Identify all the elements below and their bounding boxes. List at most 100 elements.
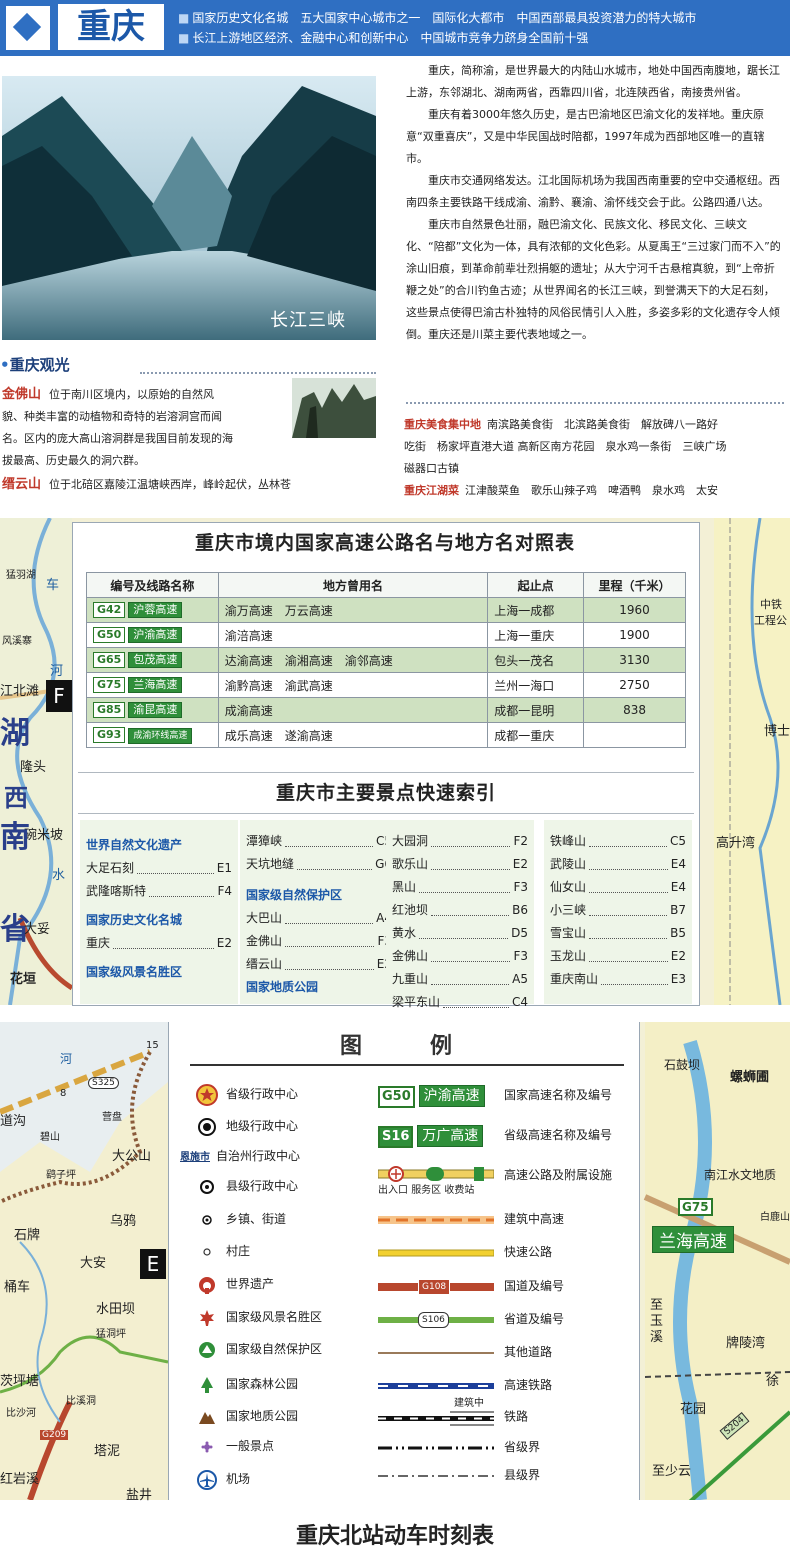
county-border-symbol [378, 1463, 494, 1489]
column-header: 地方曾用名 [217, 572, 489, 598]
grid-marker-e: E [140, 1249, 166, 1279]
index-item: 梁平东山 C4 [392, 991, 528, 1014]
index-item: 玉龙山 E2 [550, 945, 686, 968]
column-header: 编号及线路名称 [86, 572, 219, 598]
scenic-text-line: 名。区内的庞大高山溶洞群是我国目前发现的海 [2, 432, 233, 445]
fast-road-symbol [377, 1240, 495, 1266]
provincial-border-symbol [378, 1435, 494, 1461]
index-column: 世界自然文化遗产 大足石刻 E1 武隆喀斯特 F4 国家历史文化名城 重庆 E2 国家… [80, 820, 238, 1004]
grid-marker-f: F [46, 680, 72, 712]
intro-paragraph: 重庆市自然景色壮丽，融巴渝文化、民族文化、移民文化、三峡文化、“陪都”文化为一体… [406, 218, 781, 341]
header-tagline-1: ■ 国家历史文化名城 五大国家中心城市之一 国际化大都市 中国西部最具投资潜力的特… [178, 11, 697, 25]
map-label: 红岩溪 [0, 1472, 40, 1487]
route-cell: G75 兰海高速 [86, 672, 219, 698]
highway-table: 编号及线路名称 地方曾用名 起止点 里程（千米） G42 沪蓉高速 渝万高速 万云… [86, 572, 686, 748]
legend-item: S106 省道及编号 [378, 1306, 564, 1332]
map-label: 徐 [766, 1374, 780, 1389]
map-label: 工程公 [754, 614, 787, 627]
legend-item: 国家地质公园 [196, 1404, 298, 1428]
legend-item: 高速铁路 [378, 1372, 552, 1398]
legend-item: 省级界 [378, 1434, 540, 1460]
table-row: G50 沪渝高速 渝涪高速 上海一重庆 1900 [86, 622, 686, 648]
high-speed-rail-symbol [378, 1373, 494, 1399]
scenic-entry-jinfoshan: 金佛山 位于南川区境内，以原始的自然风 [2, 387, 215, 402]
local-name-cell: 成渝高速 [217, 697, 489, 723]
endpoints-cell: 兰州一海口 [487, 672, 585, 698]
sightseeing-title: •重庆观光 [0, 356, 70, 374]
mileage-cell: 2750 [583, 672, 686, 698]
legend-item: 出入口 服务区 收费站 高速公路及附属设施 [378, 1162, 612, 1202]
township-icon [202, 1214, 212, 1225]
map-label: 花园 [680, 1402, 707, 1417]
legend-item: 省级行政中心 [196, 1082, 298, 1106]
map-label: 至少云 [652, 1464, 692, 1479]
index-item: 重庆南山 E3 [550, 968, 686, 991]
index-item: 武陵山 E4 [550, 853, 686, 876]
food-streets-line-2: 吃街 杨家坪直港大道 高新区南方花园 泉水鸡一条街 三峡广场 [404, 440, 727, 453]
flower-icon [201, 1441, 213, 1452]
map-label: 大妥 [24, 922, 51, 937]
index-item: 九重山 A5 [392, 968, 528, 991]
provincial-capital-icon [196, 1083, 218, 1106]
scenic-entry-jinyunshan: 缙云山 位于北碚区嘉陵江温塘峡西岸，峰岭起伏，丛林苍 [2, 477, 292, 492]
road-badge: G209 [40, 1430, 69, 1440]
legend-item: 世界遗产 [196, 1272, 274, 1296]
legend-item: G108 国道及编号 [378, 1273, 564, 1299]
expressway-facilities-symbol: 出入口 服务区 收费站 [378, 1162, 494, 1202]
index-item: 重庆 E2 [86, 932, 232, 955]
index-column: 潭獐峡 C5 天坑地缝 G6 国家级自然保护区 大巴山 A4 金佛山 F3 缙云山 E2 … [240, 820, 398, 1004]
map-label: 车 [46, 578, 60, 593]
route-cell: G93 成渝环线高速 [86, 722, 219, 748]
column-header: 起止点 [487, 572, 585, 598]
mileage-cell: 1960 [583, 597, 686, 623]
map-label: 塔泥 [94, 1444, 121, 1459]
city-title: 重庆 [58, 4, 164, 50]
endpoints-cell: 成都一重庆 [487, 722, 585, 748]
index-item: 小三峡 B7 [550, 899, 686, 922]
village-icon [203, 1247, 211, 1256]
route-cell: G42 沪蓉高速 [86, 597, 219, 623]
map-label: 白鹿山 [760, 1212, 790, 1223]
map-label: 比溪洞 [66, 1396, 96, 1407]
map-label: 西 [4, 784, 28, 812]
mileage-cell: 1900 [583, 622, 686, 648]
table-row: G65 包茂高速 达渝高速 渝湘高速 渝邻高速 包头一茂名 3130 [86, 647, 686, 673]
local-name-cell: 达渝高速 渝湘高速 渝邻高速 [217, 647, 489, 673]
legend-item: 村庄 [196, 1239, 250, 1263]
legend-item: 其他道路 [378, 1339, 552, 1365]
map-label: 花垣 [10, 972, 37, 987]
road-badge: 兰海高速 [652, 1226, 734, 1253]
map-label: 大公山 [112, 1149, 152, 1164]
city-intro-text: 重庆，简称渝，是世界最大的内陆山水城市，地处中国西南腹地，踞长江上游，东邻湖北、… [406, 60, 784, 346]
table-row: G42 沪蓉高速 渝万高速 万云高速 上海一成都 1960 [86, 597, 686, 623]
mileage-cell: 838 [583, 697, 686, 723]
provincial-expressway-symbol: S16 万广高速 [378, 1123, 494, 1149]
index-item: 金佛山 F3 [392, 945, 528, 968]
world-heritage-icon [199, 1276, 215, 1294]
index-item: 雪宝山 B5 [550, 922, 686, 945]
legend-item: 乡镇、街道 [196, 1207, 286, 1231]
road-badge: S325 [88, 1077, 119, 1089]
index-category: 国家级风景名胜区 [86, 965, 183, 979]
map-label: 碧山 [40, 1132, 60, 1143]
legend-item: 县级行政中心 [196, 1174, 298, 1198]
bullet-icon: ■ [178, 31, 190, 45]
intro-paragraph: 重庆有着3000年悠久历史，是古巴渝地区巴渝文化的发祥地。重庆原意“双重喜庆”，… [406, 108, 765, 165]
dotted-divider [406, 402, 784, 404]
photo-caption: 长江三峡 [270, 310, 346, 331]
map-label: 道沟 [0, 1114, 27, 1129]
provincial-road-symbol: S106 [378, 1307, 494, 1333]
map-label: 风溪寨 [2, 636, 32, 647]
mileage-cell [583, 722, 686, 748]
index-category: 国家地质公园 [246, 980, 319, 994]
legend-divider [190, 1064, 624, 1066]
index-item: 大园洞 F2 [392, 830, 528, 853]
index-item: 潭獐峡 C5 [246, 830, 392, 853]
maple-leaf-icon [200, 1309, 214, 1326]
legend-item: 地级行政中心 [196, 1114, 298, 1138]
map-label: 石鼓坝 [664, 1058, 701, 1072]
route-cell: G85 渝昆高速 [86, 697, 219, 723]
map-label: 高升湾 [716, 836, 756, 851]
column-header: 里程（千米） [583, 572, 686, 598]
index-item: 黄水 D5 [392, 922, 528, 945]
